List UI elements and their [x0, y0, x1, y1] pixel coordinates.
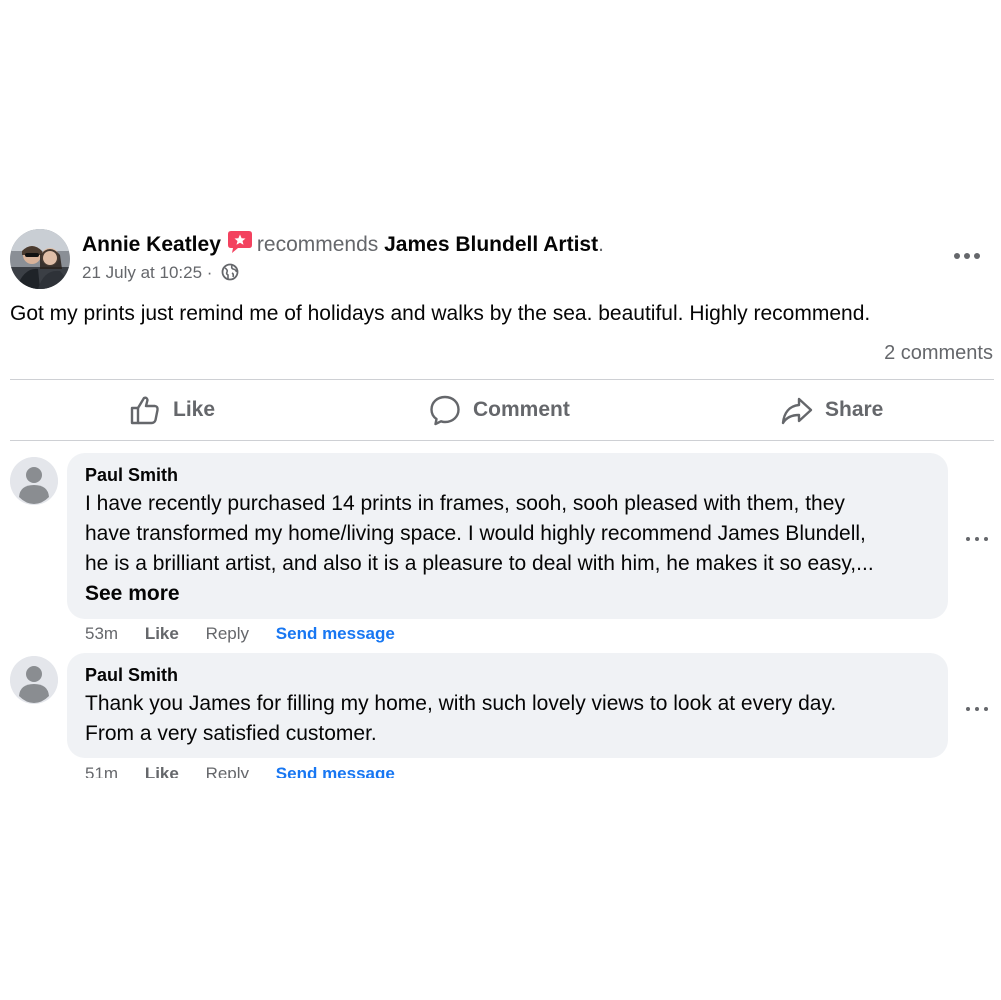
- author-name[interactable]: Annie Keatley: [82, 233, 221, 256]
- comment-actions: 53m Like Reply Send message: [85, 624, 417, 644]
- comment-time[interactable]: 53m: [85, 624, 118, 643]
- comment-bubble: Paul Smith Thank you James for filling m…: [67, 653, 948, 758]
- commenter-name[interactable]: Paul Smith: [85, 465, 932, 486]
- recommendation-post: Annie Keatley recommends James Blundell A…: [0, 0, 1001, 1000]
- commenter-avatar[interactable]: [10, 457, 58, 505]
- comment-reply-button[interactable]: Reply: [206, 764, 249, 778]
- comment-line: he is a brilliant artist, and also it is…: [85, 552, 874, 575]
- divider-top: [10, 379, 994, 380]
- author-avatar[interactable]: [10, 229, 70, 289]
- comment-actions: 51m Like Reply Send message: [85, 764, 417, 778]
- page-suffix: .: [598, 233, 604, 256]
- comment-actions-clipped: 51m Like Reply Send message: [0, 762, 1001, 778]
- comment-line: From a very satisfied customer.: [85, 722, 377, 745]
- comment-like-button[interactable]: Like: [145, 624, 179, 643]
- post-text: Got my prints just remind me of holidays…: [10, 302, 871, 325]
- comments-count[interactable]: 2 comments: [884, 342, 993, 365]
- share-button[interactable]: Share: [781, 392, 883, 428]
- commenter-avatar[interactable]: [10, 656, 58, 704]
- recommends-text: recommends: [256, 233, 379, 256]
- post-timestamp[interactable]: 21 July at 10:25: [82, 263, 202, 282]
- post-header: Annie Keatley recommends James Blundell A…: [82, 230, 604, 260]
- globe-icon: [221, 263, 239, 281]
- send-message-link[interactable]: Send message: [276, 624, 395, 643]
- see-more-link[interactable]: See more: [85, 579, 932, 609]
- post-options-icon[interactable]: [952, 246, 982, 266]
- share-arrow-icon: [781, 397, 813, 425]
- comment-line: I have recently purchased 14 prints in f…: [85, 492, 845, 515]
- comment-like-button[interactable]: Like: [145, 764, 179, 778]
- comment-line: Thank you James for filling my home, wit…: [85, 692, 837, 715]
- comment-options-icon[interactable]: [964, 701, 990, 711]
- comment-reply-button[interactable]: Reply: [206, 624, 249, 643]
- page-name-link[interactable]: James Blundell Artist: [384, 233, 598, 256]
- recommend-badge-icon: [227, 230, 253, 260]
- comment-time[interactable]: 51m: [85, 764, 118, 778]
- commenter-name[interactable]: Paul Smith: [85, 665, 932, 686]
- like-label: Like: [173, 398, 216, 421]
- send-message-link[interactable]: Send message: [276, 764, 395, 778]
- divider-bottom: [10, 440, 994, 441]
- comment-button[interactable]: Comment: [429, 392, 570, 428]
- comment-line: have transformed my home/living space. I…: [85, 522, 866, 545]
- comment-label: Comment: [473, 398, 570, 421]
- meta-separator: ·: [206, 263, 213, 282]
- like-button[interactable]: Like: [129, 392, 215, 428]
- thumbs-up-icon: [130, 396, 159, 425]
- post-meta: 21 July at 10:25 ·: [82, 263, 239, 283]
- share-label: Share: [825, 398, 884, 421]
- comment-bubble-icon: [430, 395, 460, 426]
- comment-bubble: Paul Smith I have recently purchased 14 …: [67, 453, 948, 619]
- comment-options-icon[interactable]: [964, 531, 990, 541]
